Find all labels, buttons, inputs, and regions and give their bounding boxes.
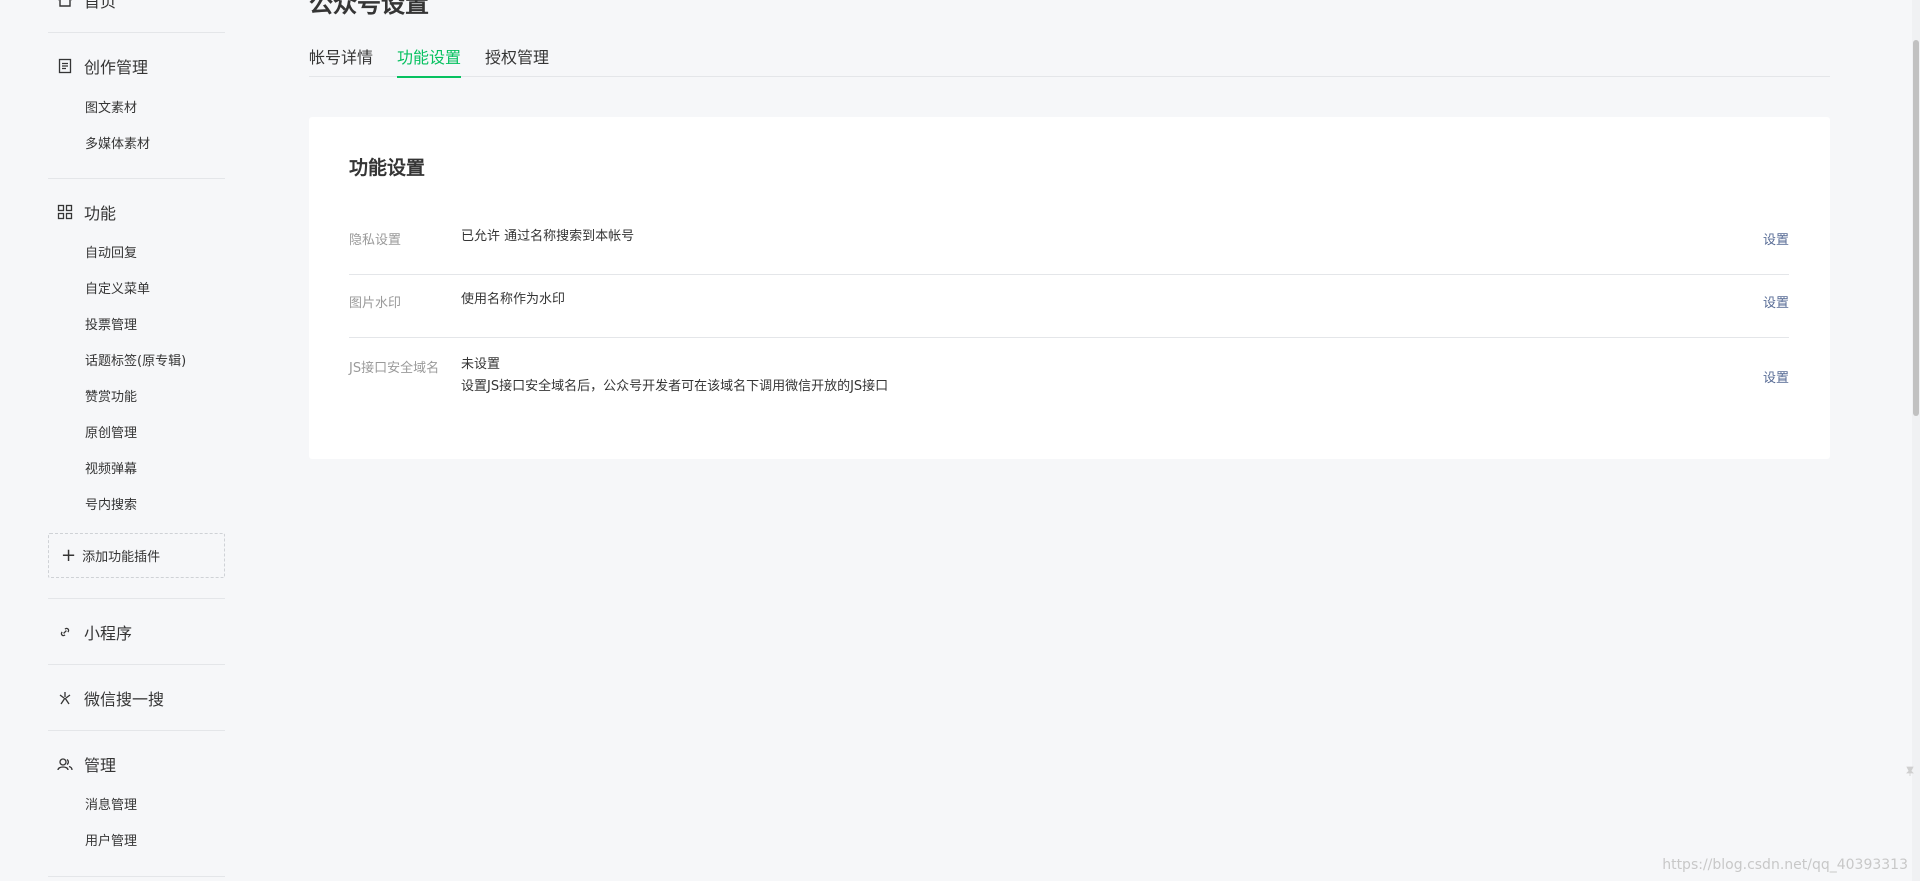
tab-feature-settings[interactable]: 功能设置: [397, 44, 462, 78]
setting-label: 图片水印: [349, 296, 402, 311]
sidebar-group-management[interactable]: 管理: [56, 752, 116, 776]
setting-value: 未设置: [461, 357, 501, 372]
link-icon: [56, 623, 74, 641]
sidebar-item-reward[interactable]: 赞赏功能: [85, 388, 137, 408]
sidebar: 首页 创作管理 图文素材 多媒体素材 功能 自动回复 自定义菜单 投票管理 话题…: [0, 0, 260, 881]
setting-row-js-domain: JS接口安全域名 未设置 设置JS接口安全域名后，公众号开发者可在该域名下调用微…: [349, 357, 1789, 417]
sidebar-divider: [48, 178, 225, 179]
sidebar-divider: [48, 598, 225, 599]
sidebar-item-wechat-search[interactable]: 微信搜一搜: [56, 686, 164, 710]
sidebar-item-custom-menu[interactable]: 自定义菜单: [85, 280, 150, 300]
scrollbar-thumb[interactable]: [1913, 40, 1919, 416]
sidebar-item-multimedia[interactable]: 多媒体素材: [85, 135, 150, 155]
sidebar-item-home[interactable]: 首页: [56, 0, 116, 12]
page-title: 公众号设置: [309, 0, 429, 18]
tab-bar: 帐号详情 功能设置 授权管理: [309, 44, 1830, 78]
sidebar-item-label: 微信搜一搜: [84, 690, 165, 709]
sidebar-item-original[interactable]: 原创管理: [85, 424, 137, 444]
sidebar-item-image-text[interactable]: 图文素材: [85, 99, 137, 119]
sidebar-group-creation[interactable]: 创作管理: [56, 54, 148, 78]
setting-value: 已允许 通过名称搜索到本帐号: [461, 229, 635, 244]
setting-value: 使用名称作为水印: [461, 292, 566, 307]
feature-settings-card: 功能设置 隐私设置 已允许 通过名称搜索到本帐号 设置 图片水印 使用名称作为水…: [309, 117, 1830, 459]
sidebar-divider: [48, 32, 225, 33]
sidebar-item-vote[interactable]: 投票管理: [85, 316, 137, 336]
sidebar-group-label: 创作管理: [84, 58, 149, 77]
sidebar-item-auto-reply[interactable]: 自动回复: [85, 244, 137, 264]
sidebar-item-users[interactable]: 用户管理: [85, 832, 137, 852]
sidebar-group-features[interactable]: 功能: [56, 200, 116, 224]
privacy-settings-link[interactable]: 设置: [1763, 229, 1789, 248]
setting-label: JS接口安全域名: [349, 361, 440, 376]
setting-description: 设置JS接口安全域名后，公众号开发者可在该域名下调用微信开放的JS接口: [461, 379, 889, 394]
plus-icon: +: [61, 544, 77, 566]
sidebar-group-label: 管理: [84, 756, 117, 775]
add-plugin-label: 添加功能插件: [82, 550, 161, 565]
setting-row-watermark: 图片水印 使用名称作为水印 设置: [349, 292, 1789, 338]
sidebar-item-topic-tags[interactable]: 话题标签(原专辑): [85, 352, 186, 372]
sidebar-divider: [48, 730, 225, 731]
watermark-settings-link[interactable]: 设置: [1763, 292, 1789, 311]
sidebar-item-video-danmaku[interactable]: 视频弹幕: [85, 460, 137, 480]
sidebar-group-label: 功能: [84, 204, 117, 223]
setting-label: 隐私设置: [349, 233, 402, 248]
document-icon: [56, 57, 74, 75]
sidebar-item-in-account-search[interactable]: 号内搜索: [85, 496, 137, 516]
tab-account-details[interactable]: 帐号详情: [309, 44, 373, 77]
sidebar-item-label: 首页: [84, 0, 117, 11]
sidebar-item-mini-program[interactable]: 小程序: [56, 620, 132, 644]
sidebar-divider: [48, 664, 225, 665]
sidebar-item-messages[interactable]: 消息管理: [85, 796, 137, 816]
tab-authorization[interactable]: 授权管理: [485, 44, 549, 77]
users-icon: [56, 755, 74, 773]
sidebar-divider: [48, 876, 225, 877]
page-scrollbar[interactable]: [1912, 0, 1920, 881]
setting-row-privacy: 隐私设置 已允许 通过名称搜索到本帐号 设置: [349, 229, 1789, 275]
watermark-text: https://blog.csdn.net/qq_40393313: [1662, 857, 1908, 873]
pin-icon: [1904, 762, 1916, 776]
js-domain-settings-link[interactable]: 设置: [1763, 367, 1789, 386]
home-icon: [56, 0, 74, 9]
grid-icon: [56, 203, 74, 221]
search-star-icon: [56, 689, 74, 707]
card-title: 功能设置: [349, 157, 426, 179]
add-plugin-button[interactable]: + 添加功能插件: [48, 533, 225, 578]
sidebar-item-label: 小程序: [84, 624, 133, 643]
